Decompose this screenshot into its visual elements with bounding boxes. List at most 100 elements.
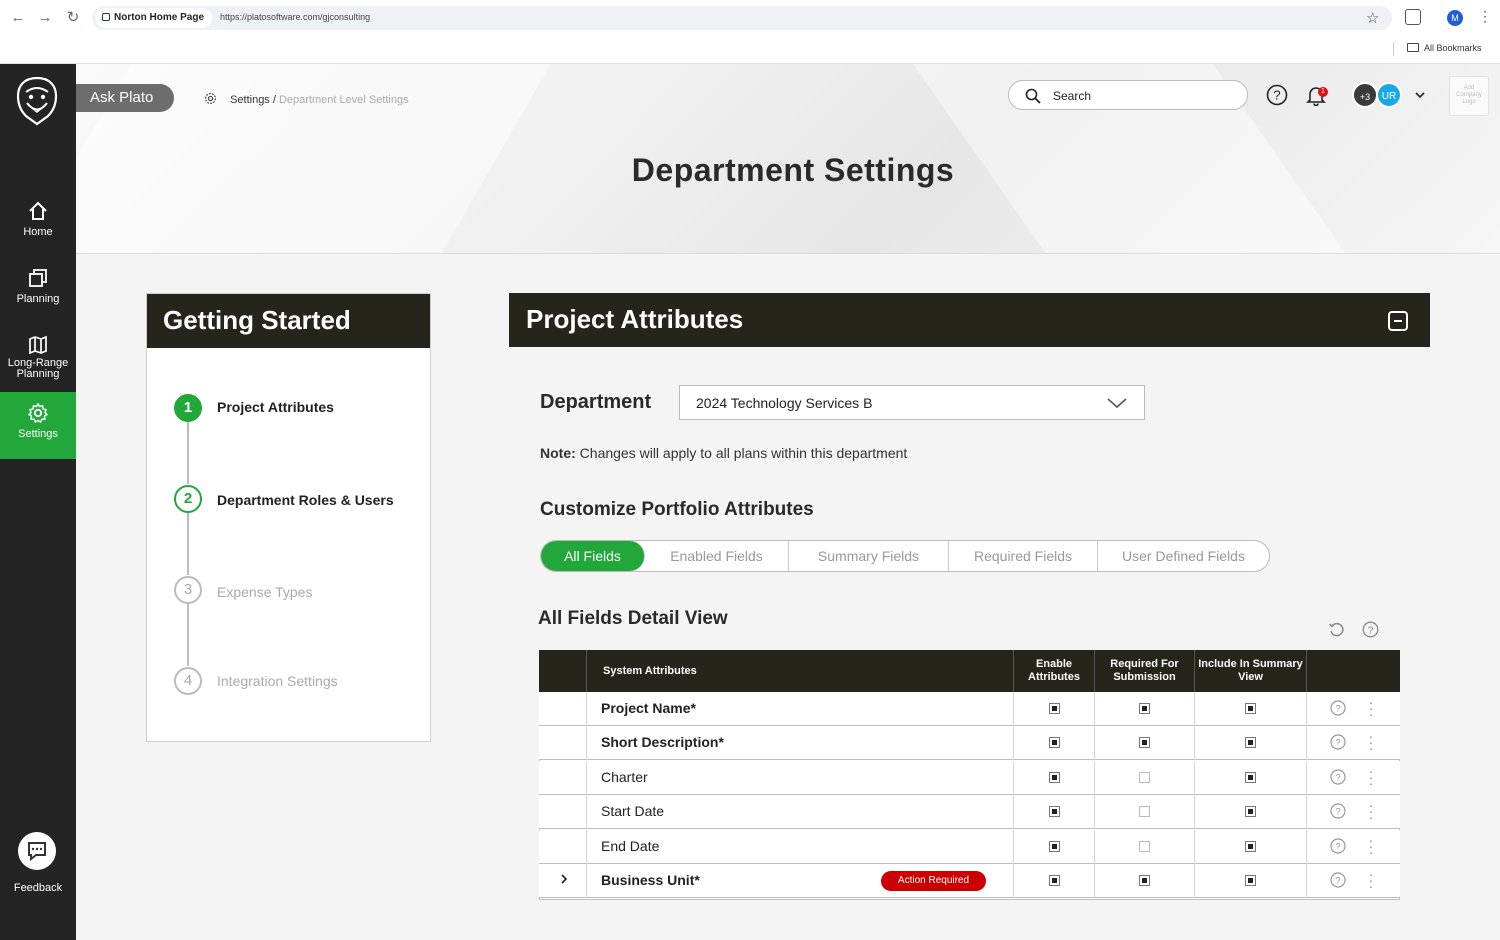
column-divider: [1194, 692, 1195, 726]
page-title: Department Settings: [631, 152, 955, 188]
help-icon[interactable]: ?: [1330, 700, 1346, 716]
column-divider: [586, 829, 587, 864]
collapse-icon[interactable]: [1388, 311, 1408, 331]
sidebar-item-planning[interactable]: Planning: [0, 267, 76, 317]
help-icon[interactable]: ?: [1330, 872, 1346, 888]
header-expander-column: [539, 650, 586, 692]
step-3-expense-types[interactable]: Expense Types: [217, 584, 312, 600]
feedback-label[interactable]: Feedback: [0, 882, 76, 894]
help-icon[interactable]: ?: [1330, 769, 1346, 785]
row-menu-kebab-icon[interactable]: · · ·: [1368, 729, 1374, 755]
required-submission-checkbox[interactable]: [1139, 840, 1150, 852]
include-summary-checkbox[interactable]: [1245, 875, 1256, 886]
sidebar-item-label: Long-Range Planning: [7, 357, 69, 380]
column-divider: [1306, 795, 1307, 830]
step-4-number: 4: [174, 667, 202, 695]
row-menu-kebab-icon[interactable]: · · ·: [1368, 764, 1374, 790]
enable-attribute-checkbox[interactable]: [1049, 875, 1060, 886]
detail-view-title: All Fields Detail View: [538, 608, 728, 629]
required-submission-checkbox[interactable]: [1139, 737, 1150, 749]
chevron-right-icon[interactable]: [559, 872, 569, 886]
svg-text:?: ?: [1335, 807, 1340, 818]
chevron-down-icon[interactable]: [1414, 90, 1426, 100]
enable-attribute-checkbox[interactable]: [1049, 806, 1060, 818]
forward-icon[interactable]: →: [35, 8, 55, 28]
user-avatar[interactable]: UR: [1376, 82, 1402, 108]
row-menu-kebab-icon[interactable]: · · ·: [1368, 833, 1374, 859]
tab-summary-fields[interactable]: Summary Fields: [789, 541, 949, 571]
tab-all-fields[interactable]: All Fields: [541, 541, 645, 571]
sidebar-item-label: Planning: [16, 293, 60, 305]
required-submission-checkbox[interactable]: [1139, 771, 1150, 783]
bookmarks-divider: [1393, 42, 1394, 56]
help-icon[interactable]: ?: [1330, 734, 1346, 750]
tab-user-defined-fields[interactable]: User Defined Fields: [1098, 541, 1269, 571]
department-select[interactable]: 2024 Technology Services B: [679, 385, 1145, 420]
help-icon[interactable]: ?: [1266, 84, 1288, 106]
svg-text:?: ?: [1335, 772, 1340, 783]
help-icon[interactable]: ?: [1330, 803, 1346, 819]
tab-required-fields[interactable]: Required Fields: [949, 541, 1098, 571]
sidebar-item-long-range-planning[interactable]: Long-Range Planning: [0, 334, 76, 388]
feedback-button[interactable]: [18, 832, 56, 870]
row-menu-kebab-icon[interactable]: · · ·: [1368, 867, 1374, 893]
include-summary-checkbox[interactable]: [1245, 737, 1256, 749]
include-summary-checkbox[interactable]: [1245, 771, 1256, 783]
back-icon[interactable]: ←: [8, 8, 28, 28]
column-divider: [1306, 692, 1307, 726]
company-logo-placeholder[interactable]: Add Company Logo: [1449, 76, 1489, 116]
all-bookmarks-button[interactable]: All Bookmarks: [1407, 43, 1482, 53]
required-submission-checkbox[interactable]: [1139, 875, 1150, 886]
notification-count-badge: 1: [1318, 87, 1328, 97]
sidebar-item-settings[interactable]: Settings: [0, 392, 76, 459]
browser-menu-icon[interactable]: ⋮: [1478, 8, 1492, 25]
action-required-badge[interactable]: Action Required: [881, 871, 986, 891]
column-divider: [586, 795, 587, 830]
site-info-chip[interactable]: Norton Home Page: [96, 8, 213, 28]
attribute-name: Charter: [601, 768, 648, 785]
reset-icon[interactable]: [1328, 621, 1345, 638]
required-submission-checkbox[interactable]: [1139, 703, 1150, 714]
column-divider: [586, 692, 587, 726]
browser-profile-avatar[interactable]: M: [1447, 10, 1463, 26]
row-menu-kebab-icon[interactable]: · · ·: [1368, 695, 1374, 721]
step-1-project-attributes[interactable]: Project Attributes: [217, 399, 334, 415]
sidebar-item-home[interactable]: Home: [0, 200, 76, 250]
svg-text:?: ?: [1335, 704, 1340, 715]
extensions-icon[interactable]: [1405, 9, 1421, 25]
header-actions-column: [1306, 650, 1400, 692]
breadcrumb-settings-link[interactable]: Settings /: [230, 94, 276, 106]
row-menu-kebab-icon[interactable]: · · ·: [1368, 798, 1374, 824]
customize-portfolio-title: Customize Portfolio Attributes: [540, 499, 814, 520]
sidebar-item-label: Home: [23, 226, 53, 238]
more-users-avatar[interactable]: +3: [1352, 82, 1378, 108]
header-include-summary: Include In Summary View: [1194, 650, 1306, 692]
column-divider: [1306, 864, 1307, 898]
settings-gear-icon: [204, 92, 217, 105]
tab-enabled-fields[interactable]: Enabled Fields: [645, 541, 789, 571]
enable-attribute-checkbox[interactable]: [1049, 737, 1060, 749]
step-2-department-roles[interactable]: Department Roles & Users: [217, 492, 394, 508]
table-row: End Date? · · ·: [539, 829, 1400, 864]
enable-attribute-checkbox[interactable]: [1049, 840, 1060, 852]
plato-logo-icon[interactable]: [14, 76, 60, 126]
svg-text:?: ?: [1335, 876, 1340, 887]
reload-icon[interactable]: ↻: [63, 8, 83, 28]
enable-attribute-checkbox[interactable]: [1049, 771, 1060, 783]
include-summary-checkbox[interactable]: [1245, 703, 1256, 714]
step-4-integration-settings[interactable]: Integration Settings: [217, 673, 338, 689]
include-summary-checkbox[interactable]: [1245, 806, 1256, 818]
ask-plato-button[interactable]: Ask Plato: [76, 84, 174, 112]
column-divider: [1094, 795, 1095, 830]
required-submission-checkbox[interactable]: [1139, 806, 1150, 818]
search-box[interactable]: Search: [1008, 80, 1248, 110]
enable-attribute-checkbox[interactable]: [1049, 703, 1060, 714]
include-summary-checkbox[interactable]: [1245, 840, 1256, 852]
column-divider: [1194, 864, 1195, 898]
help-icon[interactable]: ?: [1330, 837, 1346, 854]
bookmark-star-icon[interactable]: ☆: [1366, 9, 1379, 27]
help-icon[interactable]: ?: [1362, 621, 1379, 638]
svg-text:?: ?: [1273, 88, 1280, 103]
planning-icon: [29, 269, 47, 287]
url-text[interactable]: https://platosoftware.com/gjconsulting: [220, 12, 370, 22]
